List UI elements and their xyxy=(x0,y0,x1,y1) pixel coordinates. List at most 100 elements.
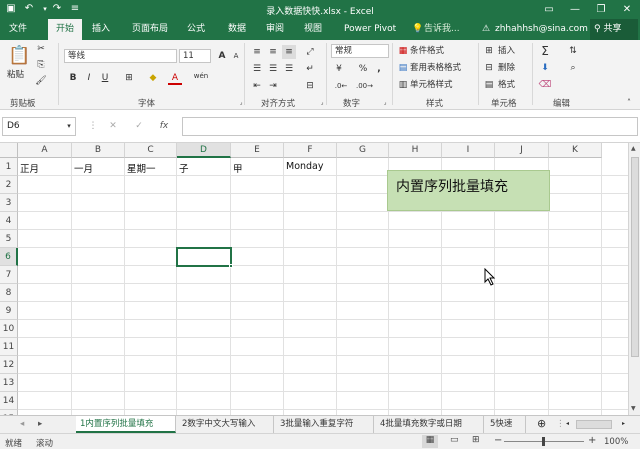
number-format-box[interactable]: 常规 xyxy=(331,44,389,58)
percent-button[interactable]: % xyxy=(356,62,370,76)
cut-icon[interactable]: ✂ xyxy=(34,42,48,56)
cell-f1[interactable]: Monday xyxy=(286,161,324,172)
tab-power-pivot[interactable]: Power Pivot xyxy=(340,19,400,40)
delete-cells-button[interactable]: 删除 xyxy=(498,61,515,75)
user-account[interactable]: zhhahhsh@sina.com xyxy=(491,19,592,40)
increase-decimal-icon[interactable]: .0← xyxy=(334,79,348,93)
italic-button[interactable]: I xyxy=(82,71,96,85)
column-header-g[interactable]: G xyxy=(337,143,389,158)
row-header-1[interactable]: 1 xyxy=(0,158,18,176)
cell-c1[interactable]: 星期一 xyxy=(127,161,156,175)
phonetic-guide-button[interactable]: wén xyxy=(192,69,210,83)
zoom-level[interactable]: 100% xyxy=(604,437,628,447)
normal-view-icon[interactable]: ▦ xyxy=(422,435,438,448)
zoom-slider-thumb[interactable] xyxy=(542,437,545,446)
scroll-up-icon[interactable]: ▲ xyxy=(631,145,636,152)
format-as-table-button[interactable]: 套用表格格式 xyxy=(410,61,461,75)
align-middle-icon[interactable]: ≡ xyxy=(266,45,280,59)
format-painter-icon[interactable]: 🖌 xyxy=(34,74,48,88)
row-header-5[interactable]: 5 xyxy=(0,230,18,248)
namebox-dropdown-icon[interactable]: ▾ xyxy=(62,119,76,133)
font-launcher-icon[interactable]: ⌟ xyxy=(234,96,248,110)
currency-icon[interactable]: ¥ xyxy=(332,62,346,76)
scroll-thumb[interactable] xyxy=(631,157,639,357)
column-header-j[interactable]: J xyxy=(495,143,549,158)
add-sheet-icon[interactable]: ⊕ xyxy=(533,416,550,433)
ribbon-display-icon[interactable]: ▭ xyxy=(536,0,562,19)
comma-button[interactable]: , xyxy=(372,62,386,76)
align-left-icon[interactable]: ☰ xyxy=(250,62,264,76)
tab-formulas[interactable]: 公式 xyxy=(183,19,209,40)
align-bottom-icon[interactable]: ≡ xyxy=(282,45,296,59)
sheet-tab-3[interactable]: 3批量输入重复字符 xyxy=(276,416,374,433)
column-header-a[interactable]: A xyxy=(18,143,72,158)
tab-home[interactable]: 开始 xyxy=(48,19,82,40)
increase-indent-icon[interactable]: ⇥ xyxy=(266,79,280,93)
hscroll-left-icon[interactable]: ◂ xyxy=(562,416,573,433)
row-header-4[interactable]: 4 xyxy=(0,212,18,230)
insert-cells-button[interactable]: 插入 xyxy=(498,44,515,58)
fill-handle[interactable] xyxy=(229,264,233,268)
clear-icon[interactable]: ⌫ xyxy=(538,78,552,92)
cell-styles-button[interactable]: 单元格样式 xyxy=(410,78,453,92)
font-grow-icon[interactable]: A xyxy=(215,49,229,63)
cell-a1[interactable]: 正月 xyxy=(20,161,39,175)
orientation-icon[interactable]: ⤢ xyxy=(303,45,317,59)
vertical-scrollbar[interactable]: ▲ ▼ xyxy=(628,143,640,415)
font-size-box[interactable]: 11 xyxy=(179,49,211,63)
align-right-icon[interactable]: ☰ xyxy=(282,62,296,76)
tab-page-layout[interactable]: 页面布局 xyxy=(128,19,172,40)
row-header-9[interactable]: 9 xyxy=(0,302,18,320)
align-center-icon[interactable]: ☰ xyxy=(266,62,280,76)
column-header-c[interactable]: C xyxy=(125,143,177,158)
page-break-view-icon[interactable]: ⊞ xyxy=(472,435,480,445)
row-header-3[interactable]: 3 xyxy=(0,194,18,212)
decrease-decimal-icon[interactable]: .00→ xyxy=(356,79,373,93)
zoom-in-icon[interactable]: + xyxy=(588,435,596,446)
select-all-corner[interactable] xyxy=(0,143,18,158)
sheet-tab-2[interactable]: 2数字中文大写输入 xyxy=(178,416,274,433)
cell-e1[interactable]: 甲 xyxy=(233,161,243,175)
column-header-d[interactable]: D xyxy=(177,143,231,158)
column-header-h[interactable]: H xyxy=(389,143,442,158)
row-header-12[interactable]: 12 xyxy=(0,356,18,374)
conditional-format-button[interactable]: 条件格式 xyxy=(410,44,444,58)
share-button[interactable]: ⚲ 共享 xyxy=(590,19,638,40)
paste-button[interactable]: 粘贴 xyxy=(7,68,24,82)
tab-view[interactable]: 视图 xyxy=(300,19,326,40)
cancel-icon[interactable]: ✕ xyxy=(106,119,120,133)
border-icon[interactable]: ⊞ xyxy=(122,71,136,85)
clipboard-icon[interactable]: 📋 xyxy=(8,44,30,68)
tab-review[interactable]: 审阅 xyxy=(262,19,288,40)
find-select-icon[interactable]: ⌕ xyxy=(566,61,580,75)
selected-cell-d6[interactable] xyxy=(176,247,232,267)
next-sheet-icon[interactable]: ▸ xyxy=(34,416,46,433)
bold-button[interactable]: B xyxy=(66,71,80,85)
sheet-tab-4[interactable]: 4批量填充数字或日期 xyxy=(376,416,484,433)
hscroll-right-icon[interactable]: ▸ xyxy=(618,416,629,433)
align-top-icon[interactable]: ≡ xyxy=(250,45,264,59)
font-shrink-icon[interactable]: A xyxy=(229,49,243,63)
column-header-b[interactable]: B xyxy=(72,143,125,158)
tab-data[interactable]: 数据 xyxy=(224,19,250,40)
row-header-10[interactable]: 10 xyxy=(0,320,18,338)
font-color-button[interactable]: A xyxy=(168,71,182,85)
autosum-icon[interactable]: Σ xyxy=(538,44,552,58)
row-header-2[interactable]: 2 xyxy=(0,176,18,194)
horizontal-scroll-thumb[interactable] xyxy=(576,420,612,429)
tab-insert[interactable]: 插入 xyxy=(88,19,114,40)
minimize-icon[interactable]: — xyxy=(562,0,588,19)
close-icon[interactable]: ✕ xyxy=(614,0,640,19)
scroll-down-icon[interactable]: ▼ xyxy=(631,405,636,412)
row-header-7[interactable]: 7 xyxy=(0,266,18,284)
cell-d1[interactable]: 子 xyxy=(179,161,189,175)
fill-icon[interactable]: ⬇ xyxy=(538,61,552,75)
decrease-indent-icon[interactable]: ⇤ xyxy=(250,79,264,93)
format-cells-button[interactable]: 格式 xyxy=(498,78,515,92)
sort-filter-icon[interactable]: ⇅ xyxy=(566,44,580,58)
number-launcher-icon[interactable]: ⌟ xyxy=(378,96,392,110)
column-header-e[interactable]: E xyxy=(231,143,284,158)
restore-icon[interactable]: ❐ xyxy=(588,0,614,19)
tell-me-box[interactable]: 告诉我... xyxy=(420,19,464,40)
fill-color-icon[interactable]: ◆ xyxy=(146,71,160,85)
